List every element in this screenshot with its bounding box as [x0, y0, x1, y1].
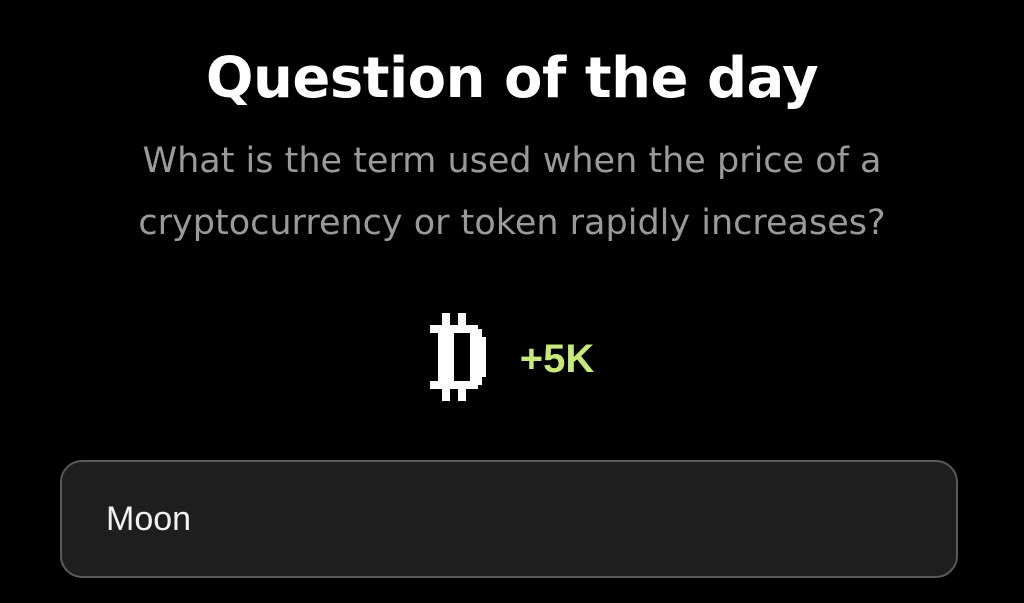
reward-row: +5K	[0, 312, 1024, 402]
answer-option-label: Moon	[106, 499, 192, 538]
answer-option-button[interactable]: Moon	[60, 460, 958, 578]
bitcoin-pixel-icon	[429, 313, 486, 401]
question-text: What is the term used when the price of …	[138, 141, 886, 243]
page-title: Question of the day	[205, 46, 819, 111]
question-of-the-day-card: Question of the day What is the term use…	[0, 0, 1024, 603]
reward-amount: +5K	[519, 336, 595, 381]
